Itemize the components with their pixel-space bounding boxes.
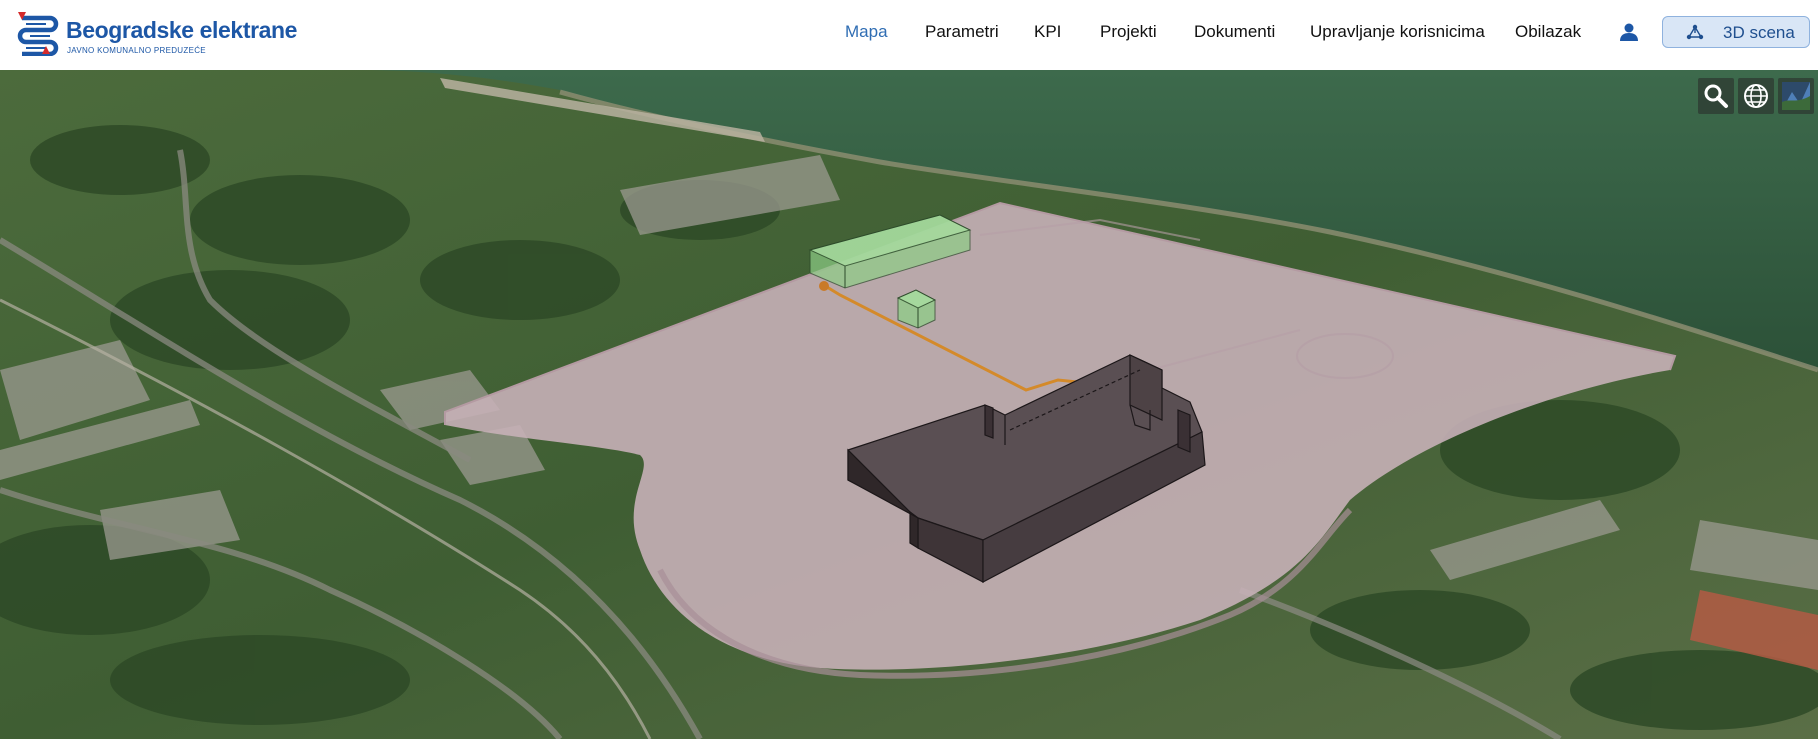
base-layer-picker-icon (1782, 82, 1810, 110)
nav-item-mapa[interactable]: Mapa (845, 22, 888, 42)
map-globe-button[interactable] (1738, 78, 1774, 114)
user-icon[interactable] (1618, 21, 1640, 43)
logo-title: Beogradske elektrane (66, 17, 298, 43)
search-icon (1704, 84, 1728, 108)
map-3d-view[interactable] (0, 70, 1818, 739)
map-layer-picker-button[interactable] (1778, 78, 1814, 114)
map-search-button[interactable] (1698, 78, 1734, 114)
company-logo[interactable]: Beogradske elektrane JAVNO KOMUNALNO PRE… (16, 8, 297, 62)
3d-scene-button[interactable]: 3D scena (1662, 16, 1810, 48)
nav-item-projekti[interactable]: Projekti (1100, 22, 1157, 42)
globe-icon (1744, 84, 1768, 108)
top-navbar: Beogradske elektrane JAVNO KOMUNALNO PRE… (0, 0, 1818, 70)
logo-subtitle: JAVNO KOMUNALNO PREDUZEĆE (67, 46, 206, 55)
map-toolbar (1698, 78, 1816, 114)
3d-scene-label: 3D scena (1723, 23, 1795, 42)
nav-item-parametri[interactable]: Parametri (925, 22, 999, 42)
nav-item-upravljanje-korisnicima[interactable]: Upravljanje korisnicima (1310, 22, 1485, 42)
nav-item-kpi[interactable]: KPI (1034, 22, 1061, 42)
nav-item-dokumenti[interactable]: Dokumenti (1194, 22, 1275, 42)
3d-scene-icon (1686, 24, 1704, 40)
nav-item-obilazak[interactable]: Obilazak (1515, 22, 1581, 42)
satellite-scene[interactable] (0, 70, 1818, 739)
pipeline-node[interactable] (819, 281, 829, 291)
logo-mark-icon (17, 12, 59, 56)
